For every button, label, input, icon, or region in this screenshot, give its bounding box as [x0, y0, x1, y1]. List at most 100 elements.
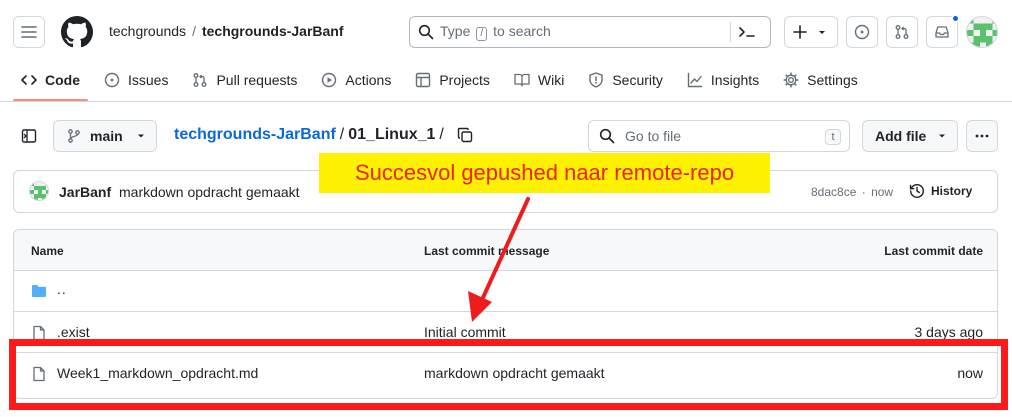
inbox-icon — [935, 26, 949, 38]
search-placeholder-end: to search — [493, 23, 551, 39]
pull-request-icon — [194, 73, 207, 87]
header-breadcrumb: techgrounds / techgrounds-JarBanf — [109, 23, 344, 39]
history-label: History — [931, 184, 973, 198]
path-separator: / — [339, 126, 345, 143]
file-name[interactable]: .exist — [57, 324, 90, 340]
org-link[interactable]: techgrounds — [109, 23, 186, 39]
commit-sha[interactable]: 8dac8ce — [811, 185, 856, 199]
expand-file-tree-button[interactable] — [13, 120, 45, 152]
tab-label: Code — [45, 72, 80, 88]
tab-code[interactable]: Code — [13, 66, 88, 94]
tab-projects[interactable]: Projects — [407, 66, 498, 94]
shield-icon — [589, 72, 604, 88]
create-new-button[interactable] — [784, 16, 838, 48]
tab-actions[interactable]: Actions — [313, 66, 399, 94]
history-icon — [909, 184, 924, 198]
column-header-name: Name — [31, 244, 64, 258]
identicon-icon — [967, 17, 997, 47]
path-repo-link[interactable]: techgrounds-JarBanf — [174, 126, 336, 144]
tab-pull-requests[interactable]: Pull requests — [184, 66, 305, 94]
more-options-button[interactable] — [966, 120, 998, 152]
highlight-rectangle — [9, 339, 1008, 410]
tab-label: Pull requests — [216, 72, 298, 88]
identicon-icon — [30, 182, 48, 200]
sidebar-expand-icon — [21, 129, 37, 143]
play-icon — [322, 72, 337, 88]
tab-issues[interactable]: Issues — [96, 66, 176, 94]
column-header-message: Last commit message — [424, 244, 550, 258]
caret-down-icon — [939, 134, 946, 138]
code-icon — [21, 75, 37, 85]
gear-icon — [783, 72, 799, 88]
github-logo-icon[interactable] — [61, 16, 93, 48]
commit-time: now — [871, 185, 894, 199]
tab-wiki[interactable]: Wiki — [506, 66, 572, 94]
your-pull-requests-button[interactable] — [886, 16, 918, 48]
go-to-file-placeholder: Go to file — [625, 128, 682, 144]
hamburger-icon — [21, 26, 37, 38]
plus-icon — [793, 25, 807, 39]
go-to-file-input[interactable]: Go to file t — [588, 120, 850, 152]
caret-down-icon — [819, 31, 825, 34]
hamburger-menu-button[interactable] — [13, 16, 45, 48]
active-tab-underline — [13, 99, 88, 101]
tab-label: Security — [612, 72, 663, 88]
history-link[interactable]: History — [909, 183, 972, 199]
folder-icon — [32, 285, 46, 297]
tab-settings[interactable]: Settings — [775, 66, 866, 94]
search-shortcut-key: / — [476, 27, 488, 41]
search-icon — [418, 24, 434, 40]
breadcrumb-separator: / — [192, 23, 196, 39]
global-search-input[interactable]: Type / to search — [409, 16, 771, 48]
notifications-button[interactable] — [926, 14, 960, 48]
tab-label: Settings — [807, 72, 858, 88]
issue-icon — [104, 72, 120, 88]
tab-label: Issues — [128, 72, 169, 88]
commit-dot: · — [861, 185, 866, 199]
search-icon — [599, 128, 615, 144]
commit-sha-and-time: 8dac8ce · now — [811, 185, 893, 199]
global-header: techgrounds / techgrounds-JarBanf Type / t… — [0, 0, 1012, 102]
tab-label: Insights — [710, 72, 760, 88]
tab-insights[interactable]: Insights — [679, 66, 767, 94]
search-divider — [730, 22, 731, 42]
path-trailing-separator: / — [439, 126, 444, 143]
search-placeholder-start: Type — [440, 23, 471, 39]
table-header: Name Last commit message Last commit dat… — [14, 230, 997, 271]
file-commit-date: 3 days ago — [914, 324, 984, 340]
file-commit-message[interactable]: Initial commit — [424, 324, 506, 340]
commit-message[interactable]: markdown opdracht gemaakt — [119, 184, 300, 200]
add-file-label: Add file — [875, 128, 927, 144]
branch-selector[interactable]: main — [53, 120, 157, 152]
book-icon — [514, 73, 530, 87]
parent-directory-row[interactable]: .. — [14, 271, 997, 312]
repo-link[interactable]: techgrounds-JarBanf — [202, 23, 344, 39]
graph-icon — [687, 72, 703, 88]
issue-opened-icon — [854, 24, 870, 40]
command-palette-icon[interactable] — [736, 23, 758, 41]
branch-name: main — [90, 128, 123, 144]
git-branch-icon — [68, 129, 80, 143]
parent-directory-link[interactable]: .. — [57, 281, 67, 297]
commit-author-avatar[interactable] — [29, 181, 49, 201]
tab-label: Wiki — [537, 72, 565, 88]
pull-request-icon — [895, 25, 909, 39]
copy-icon — [457, 127, 473, 143]
kebab-horizontal-icon — [975, 134, 989, 138]
your-issues-button[interactable] — [846, 16, 878, 48]
copy-path-button[interactable] — [454, 124, 476, 146]
tab-label: Actions — [345, 72, 392, 88]
add-file-button[interactable]: Add file — [862, 120, 958, 152]
path-current-folder: 01_Linux_1 — [348, 126, 436, 143]
unread-indicator — [951, 14, 960, 23]
tab-label: Projects — [439, 72, 490, 88]
tab-security[interactable]: Security — [580, 66, 671, 94]
table-icon — [416, 72, 431, 88]
repo-nav: Code Issues Pull requests Actions Projec… — [13, 66, 874, 94]
commit-author[interactable]: JarBanf — [59, 184, 111, 200]
column-header-date: Last commit date — [884, 244, 983, 258]
annotation-label: Succesvol gepushed naar remote-repo — [319, 153, 770, 193]
go-to-file-shortcut: t — [825, 129, 841, 145]
file-path-breadcrumb: techgrounds-JarBanf / 01_Linux_1 / — [174, 126, 448, 144]
user-avatar[interactable] — [966, 16, 998, 48]
